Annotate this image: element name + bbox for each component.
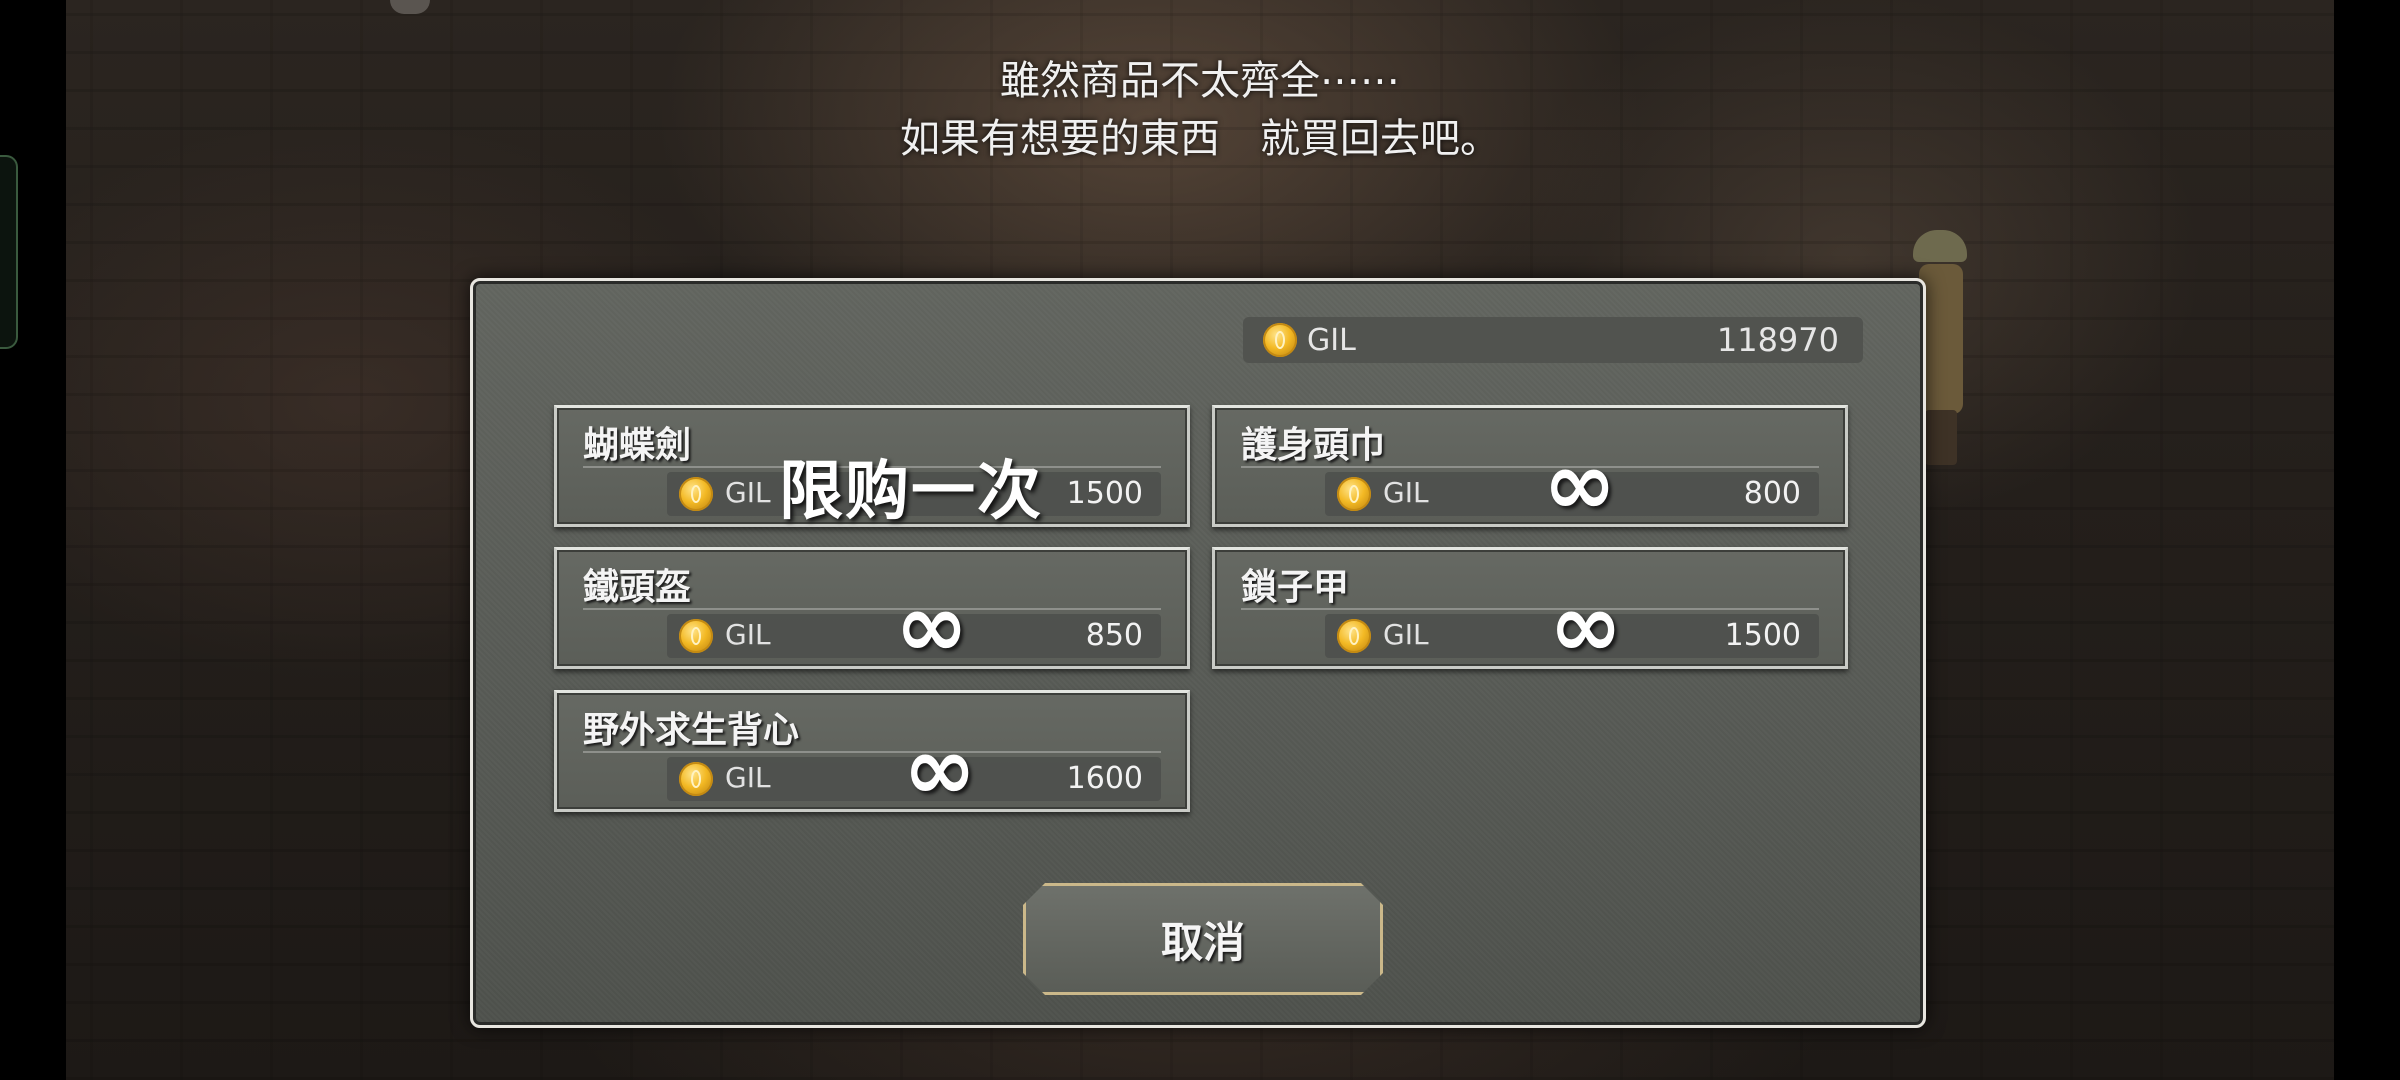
- unlimited-stock-icon: ∞: [895, 574, 969, 677]
- npc-legs: [1925, 410, 1957, 465]
- unlimited-stock-icon: ∞: [1543, 432, 1617, 535]
- purchase-limit-label: 限购一次: [779, 455, 1043, 529]
- item-name: 蝴蝶劍: [583, 424, 692, 466]
- edge-drawer-handle[interactable]: [0, 155, 18, 349]
- item-price: 850: [1085, 618, 1143, 653]
- gil-coin-icon: [1337, 477, 1371, 511]
- item-currency: GIL: [725, 618, 771, 651]
- dialog-line-2: 如果有想要的東西 就買回去吧。: [900, 116, 1500, 162]
- cancel-button-label: 取消: [1160, 917, 1245, 967]
- shop-item-chain-mail[interactable]: 鎖子甲 GIL 1500 ∞: [1212, 547, 1848, 677]
- shop-item-survival-vest[interactable]: 野外求生背心 GIL 1600 ∞: [554, 690, 1190, 820]
- wallet-balance: GIL 118970: [1243, 317, 1863, 363]
- gil-coin-icon: [679, 477, 713, 511]
- item-divider: [1241, 608, 1819, 610]
- gil-coin-icon: [1337, 619, 1371, 653]
- wallet-currency: GIL: [1307, 322, 1356, 358]
- item-currency: GIL: [1383, 476, 1429, 509]
- shop-item-iron-helm[interactable]: 鐵頭盔 GIL 850 ∞: [554, 547, 1190, 677]
- shop-item-bandana[interactable]: 護身頭巾 GIL 800 ∞: [1212, 405, 1848, 535]
- unlimited-stock-icon: ∞: [1549, 574, 1623, 677]
- shop-item-butterfly-sword[interactable]: 蝴蝶劍 GIL 1500 限购一次: [554, 405, 1190, 529]
- dialog-line-1: 雖然商品不太齊全⋯⋯: [1000, 58, 1400, 104]
- gil-coin-icon: [1263, 323, 1297, 357]
- item-currency: GIL: [1383, 618, 1429, 651]
- item-name: 護身頭巾: [1241, 424, 1386, 466]
- item-price: 1600: [1066, 761, 1143, 796]
- wallet-amount: 118970: [1716, 321, 1839, 359]
- item-price: 800: [1743, 476, 1801, 511]
- npc-hat: [1913, 230, 1967, 262]
- gil-coin-icon: [679, 762, 713, 796]
- item-name: 野外求生背心: [583, 709, 800, 751]
- item-divider: [583, 751, 1161, 753]
- item-name: 鐵頭盔: [583, 566, 692, 608]
- item-currency: GIL: [725, 761, 771, 794]
- item-price: 1500: [1724, 618, 1801, 653]
- item-price: 1500: [1066, 476, 1143, 511]
- item-name: 鎖子甲: [1241, 566, 1350, 608]
- shop-panel: GIL 118970 蝴蝶劍 GIL 1500 限购一次 護身頭巾 GIL 80…: [470, 278, 1926, 1028]
- unlimited-stock-icon: ∞: [903, 717, 977, 820]
- item-divider: [583, 608, 1161, 610]
- item-currency: GIL: [725, 476, 771, 509]
- item-divider: [1241, 466, 1819, 468]
- cancel-button[interactable]: 取消: [1023, 883, 1383, 995]
- gil-coin-icon: [679, 619, 713, 653]
- npc-dialog: 雖然商品不太齊全⋯⋯ 如果有想要的東西 就買回去吧。: [0, 52, 2400, 168]
